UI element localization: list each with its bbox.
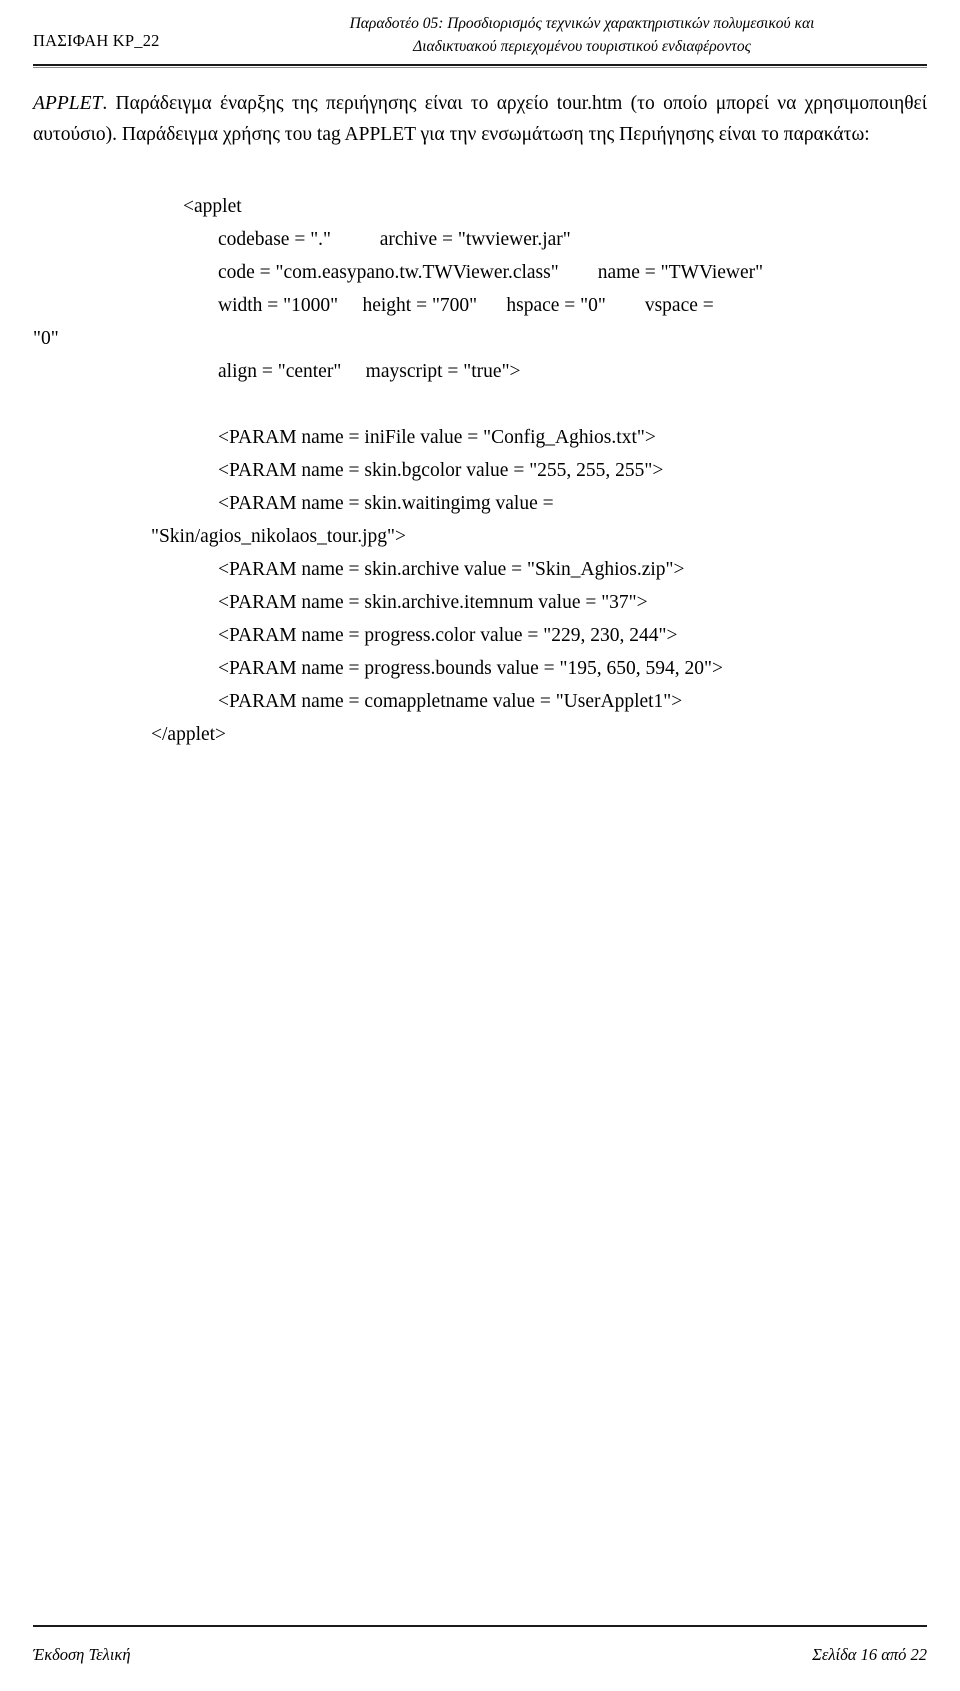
code-line-param-skin-archive-itemnum: <PARAM name = skin.archive.itemnum value… [218,592,648,613]
header-title-line-2: Διαδικτυακού περιεχομένου τουριστικού εν… [413,37,751,55]
code-line-param-comappletname: <PARAM name = comappletname value = "Use… [218,691,683,712]
header-divider [33,64,927,68]
document-page: ΠΑΣΙΦΑΗ ΚΡ_22 Παραδοτέο 05: Προσδιορισμό… [0,0,960,1691]
intro-paragraph: APPLET. Παράδειγμα έναρξης της περιήγηση… [33,88,927,150]
code-line-code-name: code = "com.easypano.tw.TWViewer.class" … [218,262,764,283]
applet-code-block: <applet codebase = "." archive = "twview… [33,190,927,751]
code-block-spacer [33,388,927,421]
footer-version: Έκδοση Τελική [33,1645,131,1664]
code-line-applet-open: <applet [183,196,242,217]
code-line-applet-close: </applet> [151,724,227,745]
code-line-param-inifile: <PARAM name = iniFile value = "Config_Ag… [218,427,656,448]
code-line-dimensions: width = "1000" height = "700" hspace = "… [218,295,714,316]
code-line-param-skin-archive: <PARAM name = skin.archive value = "Skin… [218,559,685,580]
intro-paragraph-text: . Παράδειγμα έναρξης της περιήγησης είνα… [33,93,927,145]
code-line-param-skin-waitingimg: <PARAM name = skin.waitingimg value = [218,493,554,514]
code-line-param-skin-waitingimg-continued: "Skin/agios_nikolaos_tour.jpg"> [151,526,406,547]
header-project-label: ΠΑΣΙΦΑΗ ΚΡ_22 [33,31,160,51]
page-footer: Έκδοση Τελική Σελίδα 16 από 22 [33,1645,927,1665]
code-line-param-progress-bounds: <PARAM name = progress.bounds value = "1… [218,658,723,679]
page-content: APPLET. Παράδειγμα έναρξης της περιήγηση… [33,88,927,751]
header-title: Παραδοτέο 05: Προσδιορισμός τεχνικών χαρ… [243,13,927,58]
page-header: ΠΑΣΙΦΑΗ ΚΡ_22 Παραδοτέο 05: Προσδιορισμό… [33,6,927,62]
footer-divider [33,1625,927,1627]
code-line-param-skin-bgcolor: <PARAM name = skin.bgcolor value = "255,… [218,460,664,481]
code-line-align-mayscript: align = "center" mayscript = "true"> [218,361,521,382]
intro-paragraph-lead: APPLET [33,93,103,114]
footer-page-number: Σελίδα 16 από 22 [812,1645,927,1664]
header-title-line-1: Παραδοτέο 05: Προσδιορισμός τεχνικών χαρ… [349,15,815,33]
code-line-codebase-archive: codebase = "." archive = "twviewer.jar" [218,229,571,250]
code-line-dimensions-continued: "0" [33,328,59,349]
code-line-param-progress-color: <PARAM name = progress.color value = "22… [218,625,678,646]
